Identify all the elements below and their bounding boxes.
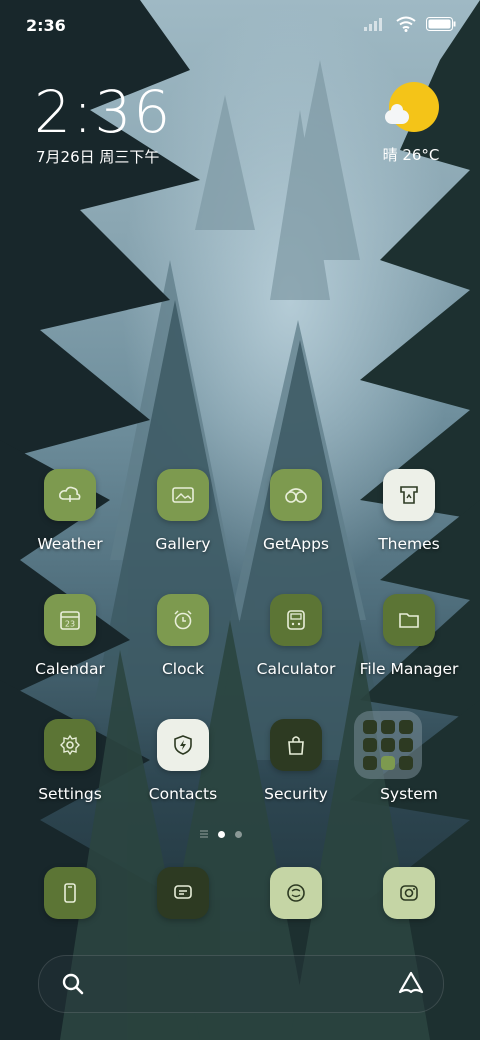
clock-widget-time[interactable]: 2:36 — [34, 78, 172, 146]
status-bar: 2:36 — [0, 0, 480, 50]
calendar-day: 23 — [65, 620, 75, 629]
dock-messages[interactable] — [157, 867, 209, 919]
app-system-folder[interactable]: System — [354, 711, 464, 803]
app-label: Contacts — [148, 785, 218, 803]
shirt-icon — [383, 469, 435, 521]
wifi-icon — [396, 16, 416, 32]
app-label: GetApps — [263, 535, 329, 553]
calculator-icon — [270, 594, 322, 646]
signal-icon — [364, 18, 382, 31]
sun-icon — [385, 82, 439, 132]
page-indicator[interactable] — [200, 830, 242, 838]
page-dot[interactable] — [235, 830, 242, 838]
shield-bolt-icon — [157, 719, 209, 771]
app-label: Themes — [378, 535, 440, 553]
assistant-icon[interactable] — [397, 970, 425, 996]
dock-camera[interactable] — [383, 867, 435, 919]
app-label: Settings — [38, 785, 102, 803]
folder-icon — [383, 594, 435, 646]
app-contacts[interactable]: Contacts — [128, 719, 238, 803]
calendar-icon: 23 — [44, 594, 96, 646]
alarm-clock-icon — [157, 594, 209, 646]
app-label: Calculator — [256, 660, 336, 678]
app-calendar[interactable]: 23 Calendar — [15, 594, 125, 678]
app-label: Weather — [37, 535, 103, 553]
app-settings[interactable]: Settings — [15, 719, 125, 803]
weather-widget[interactable]: 晴 26°C — [383, 82, 444, 165]
bag-icon — [270, 469, 322, 521]
app-getapps[interactable]: GetApps — [241, 469, 351, 553]
status-time: 2:36 — [26, 16, 66, 35]
app-label: File Manager — [359, 660, 459, 678]
app-weather[interactable]: Weather — [15, 469, 125, 553]
search-bar[interactable] — [38, 955, 444, 1013]
app-file-manager[interactable]: File Manager — [354, 594, 464, 678]
cloud-icon — [44, 469, 96, 521]
app-label: Calendar — [35, 660, 105, 678]
app-label: Security — [264, 785, 328, 803]
menu-lines-icon — [200, 830, 208, 838]
browser-icon — [270, 867, 322, 919]
dock-phone[interactable] — [44, 867, 96, 919]
app-label: System — [380, 785, 438, 803]
app-security[interactable]: Security — [241, 719, 351, 803]
cloud-icon — [385, 104, 409, 124]
app-themes[interactable]: Themes — [354, 469, 464, 553]
dock-browser[interactable] — [270, 867, 322, 919]
image-icon — [157, 469, 209, 521]
phone-icon — [44, 867, 96, 919]
app-label: Clock — [161, 660, 205, 678]
app-gallery[interactable]: Gallery — [128, 469, 238, 553]
camera-icon — [383, 867, 435, 919]
battery-icon — [426, 17, 456, 31]
message-icon — [157, 867, 209, 919]
search-icon[interactable] — [61, 972, 85, 996]
clock-widget-date: 7月26日 周三下午 — [36, 148, 160, 166]
status-icons — [364, 16, 456, 32]
weather-text: 晴 26°C — [382, 146, 440, 164]
gear-icon — [44, 719, 96, 771]
app-clock[interactable]: Clock — [128, 594, 238, 678]
folder-grid-icon — [354, 711, 422, 779]
app-calculator[interactable]: Calculator — [241, 594, 351, 678]
page-dot-active[interactable] — [218, 830, 225, 838]
app-label: Gallery — [155, 535, 211, 553]
shopping-bag-icon — [270, 719, 322, 771]
